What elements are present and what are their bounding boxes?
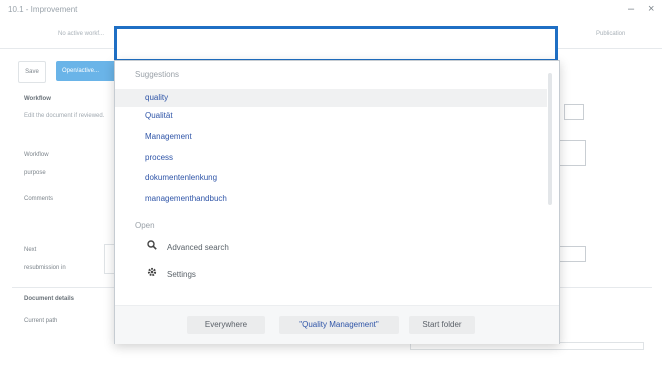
search-input[interactable] xyxy=(114,26,558,62)
advanced-search-item[interactable]: Advanced search xyxy=(115,237,547,259)
search-scope-bar: Everywhere "Quality Management" Start fo… xyxy=(115,305,559,344)
resubmission-label: resubmission in xyxy=(24,265,66,271)
publication-label: Publication xyxy=(596,31,626,37)
suggestions-heading: Suggestions xyxy=(135,70,180,79)
date-field-ghost[interactable] xyxy=(556,246,586,262)
advanced-search-label: Advanced search xyxy=(167,243,229,253)
suggestions-scrollbar[interactable] xyxy=(548,73,552,205)
close-button[interactable]: × xyxy=(648,3,654,15)
scope-start-folder-button[interactable]: Start folder xyxy=(409,316,475,334)
suggestion-item[interactable]: dokumentenlenkung xyxy=(115,169,547,187)
workflow-description: Edit the document if reviewed. xyxy=(24,113,105,119)
suggestion-item[interactable]: quality xyxy=(115,89,547,107)
minimize-button[interactable]: – xyxy=(628,3,634,15)
settings-label: Settings xyxy=(167,270,196,280)
no-active-workflow-label: No active workf... xyxy=(58,31,105,37)
suggestion-item[interactable]: Qualität xyxy=(115,107,547,125)
document-details-heading[interactable]: Document details xyxy=(24,296,74,302)
workflow-label: Workflow xyxy=(24,152,49,158)
scope-everywhere-button[interactable]: Everywhere xyxy=(187,316,265,334)
workflow-section-heading[interactable]: Workflow xyxy=(24,96,51,102)
text-area-ghost xyxy=(556,140,586,166)
comments-label: Comments xyxy=(24,196,54,202)
open-heading: Open xyxy=(135,221,155,230)
scope-quality-management-button[interactable]: "Quality Management" xyxy=(279,316,399,334)
purpose-label: purpose xyxy=(24,170,46,176)
toolbar-icon[interactable] xyxy=(564,104,584,120)
suggestion-item[interactable]: Management xyxy=(115,128,547,146)
title-bar: 10.1 - Improvement – × xyxy=(0,0,662,22)
save-button[interactable]: Save xyxy=(18,61,46,83)
gear-icon xyxy=(147,264,159,286)
settings-item[interactable]: Settings xyxy=(115,264,547,286)
next-label: Next xyxy=(24,247,37,253)
current-path-label: Current path xyxy=(24,318,58,324)
search-suggestions-dropdown: Suggestions quality Qualität Management … xyxy=(114,60,560,344)
window-title: 10.1 - Improvement xyxy=(8,5,78,14)
search-icon xyxy=(147,237,159,259)
suggestion-item[interactable]: process xyxy=(115,149,547,167)
suggestion-item[interactable]: managementhandbuch xyxy=(115,190,547,208)
